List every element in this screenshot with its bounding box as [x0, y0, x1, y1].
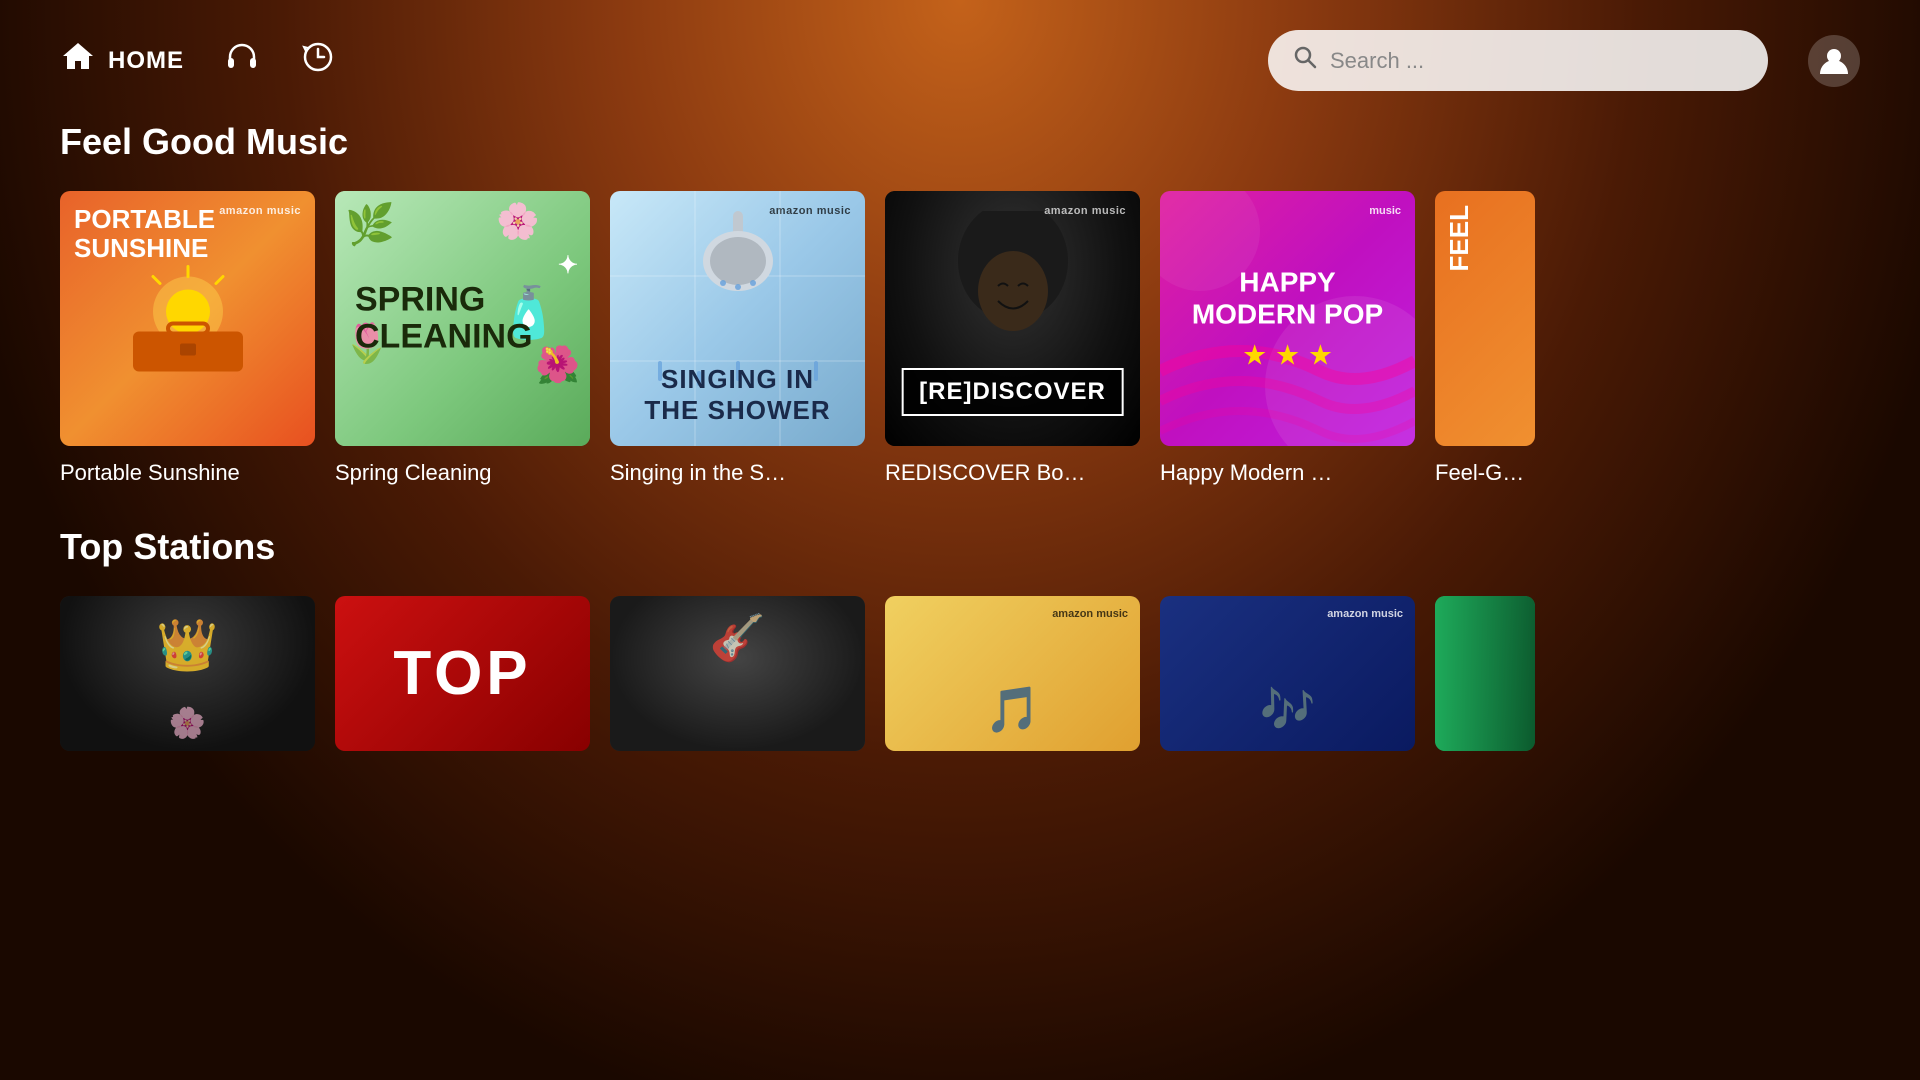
nav-history[interactable]	[300, 39, 336, 83]
spring-cleaning-line2: CLEANING	[355, 318, 533, 356]
card-feel-good-country[interactable]: FEEL Feel-Go…	[1435, 191, 1535, 486]
card-portable-sunshine[interactable]: amazon music	[60, 191, 315, 486]
card-happy-modern-pop[interactable]: music HAPPY	[1160, 191, 1415, 486]
happy-pop-label: Happy Modern …	[1160, 460, 1415, 486]
home-icon	[60, 39, 96, 83]
headphones-icon	[224, 39, 260, 83]
feel-good-music-section: Feel Good Music amazon music	[0, 121, 1920, 486]
happy-pop-line1: HAPPY	[1239, 266, 1335, 297]
card-singing-shower[interactable]: amazon music	[610, 191, 865, 486]
rediscover-badge: amazon music	[1044, 205, 1126, 217]
card-rediscover-image: amazon music	[885, 191, 1140, 446]
top-overlay-text: TOP	[393, 638, 531, 709]
top-stations-section: Top Stations 👑 🌸 TOP	[0, 526, 1920, 751]
station5-badge: amazon music	[1327, 608, 1403, 620]
shower-line2: THE SHOWER	[644, 395, 830, 425]
station4-badge: amazon music	[1052, 608, 1128, 620]
rediscover-badge-text: [RE]DISCOVER	[919, 378, 1106, 405]
card-spring-cleaning[interactable]: amazon music 🌿 🌸 🌷 🌺 🧴 ✦	[335, 191, 590, 486]
station-card-5[interactable]: amazon music 🎶	[1160, 596, 1415, 751]
search-bar[interactable]	[1268, 30, 1768, 91]
profile-button[interactable]	[1808, 35, 1860, 87]
nav-right	[1808, 35, 1860, 87]
top-stations-title: Top Stations	[60, 526, 1860, 568]
card-portable-sunshine-image: amazon music	[60, 191, 315, 446]
station-card-6[interactable]	[1435, 596, 1535, 751]
station-card-2[interactable]: TOP	[335, 596, 590, 751]
portable-sunshine-line1: PORTABLE	[74, 204, 215, 234]
search-input[interactable]	[1330, 48, 1744, 74]
portable-sunshine-line2: SUNSHINE	[74, 233, 208, 263]
card-singing-shower-image: amazon music	[610, 191, 865, 446]
station-card-1[interactable]: 👑 🌸	[60, 596, 315, 751]
feel-good-music-title: Feel Good Music	[60, 121, 1860, 163]
nav-home[interactable]: HOME	[60, 39, 184, 83]
happy-pop-line2: MODERN POP	[1192, 298, 1383, 329]
rediscover-label: REDISCOVER Bo…	[885, 460, 1140, 486]
feel-good-label: Feel-Go…	[1435, 460, 1535, 486]
card-rediscover[interactable]: amazon music	[885, 191, 1140, 486]
station-card-4[interactable]: amazon music 🎵	[885, 596, 1140, 751]
top-stations-cards: 👑 🌸 TOP 🎸 amazon music	[60, 596, 1860, 751]
nav-headphones[interactable]	[224, 39, 260, 83]
singing-shower-label: Singing in the S…	[610, 460, 865, 486]
history-icon	[300, 39, 336, 83]
card-happy-modern-pop-image: music HAPPY	[1160, 191, 1415, 446]
header: HOME	[0, 0, 1920, 121]
card-spring-cleaning-image: amazon music 🌿 🌸 🌷 🌺 🧴 ✦	[335, 191, 590, 446]
feel-good-music-cards: amazon music	[60, 191, 1860, 486]
portable-sunshine-label: Portable Sunshine	[60, 460, 315, 486]
search-icon	[1292, 44, 1318, 77]
spring-cleaning-line1: SPRING	[355, 280, 485, 318]
nav-left: HOME	[60, 39, 1228, 83]
station-card-3[interactable]: 🎸	[610, 596, 865, 751]
home-label: HOME	[108, 47, 184, 75]
portable-sunshine-badge: amazon music	[219, 205, 301, 217]
happy-pop-stars: ★ ★ ★	[1173, 338, 1403, 371]
shower-line1: SINGING IN	[661, 364, 814, 394]
spring-cleaning-label: Spring Cleaning	[335, 460, 590, 486]
